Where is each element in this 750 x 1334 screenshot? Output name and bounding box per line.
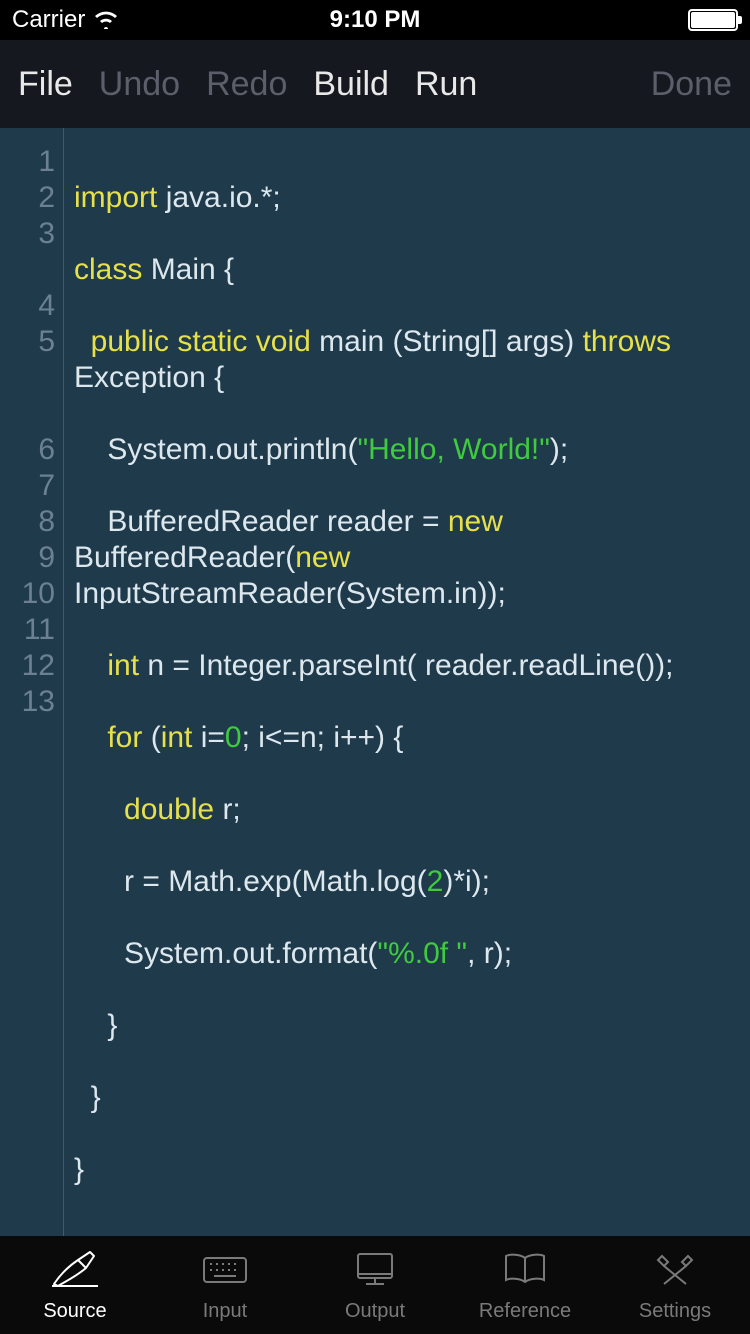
carrier-label: Carrier: [12, 6, 85, 34]
line-number-gutter: 12345678910111213: [0, 128, 64, 1236]
tab-reference[interactable]: Reference: [450, 1248, 600, 1323]
tab-settings[interactable]: Settings: [600, 1248, 750, 1323]
tab-label: Settings: [639, 1300, 711, 1323]
status-bar: Carrier 9:10 PM: [0, 0, 750, 40]
tab-label: Input: [203, 1300, 247, 1323]
done-button[interactable]: Done: [651, 65, 732, 104]
book-icon: [498, 1248, 552, 1296]
status-left: Carrier: [12, 5, 119, 36]
tools-icon: [648, 1248, 702, 1296]
pen-icon: [48, 1248, 102, 1296]
tab-label: Source: [43, 1300, 106, 1323]
status-right: [688, 9, 738, 31]
undo-button[interactable]: Undo: [99, 65, 180, 104]
redo-button[interactable]: Redo: [206, 65, 287, 104]
tab-output[interactable]: Output: [300, 1248, 450, 1323]
tab-label: Reference: [479, 1300, 571, 1323]
wifi-icon: [93, 5, 119, 36]
code-area[interactable]: import java.io.*; class Main { public st…: [64, 128, 750, 1236]
monitor-icon: [348, 1248, 402, 1296]
tab-source[interactable]: Source: [0, 1248, 150, 1323]
build-button[interactable]: Build: [313, 65, 389, 104]
file-button[interactable]: File: [18, 65, 73, 104]
toolbar: File Undo Redo Build Run Done: [0, 40, 750, 128]
tab-bar: Source Input Output Reference Settings: [0, 1236, 750, 1334]
run-button[interactable]: Run: [415, 65, 477, 104]
code-editor[interactable]: 12345678910111213 import java.io.*; clas…: [0, 128, 750, 1236]
battery-icon: [688, 9, 738, 31]
keyboard-icon: [198, 1248, 252, 1296]
clock: 9:10 PM: [330, 6, 421, 34]
tab-input[interactable]: Input: [150, 1248, 300, 1323]
tab-label: Output: [345, 1300, 405, 1323]
